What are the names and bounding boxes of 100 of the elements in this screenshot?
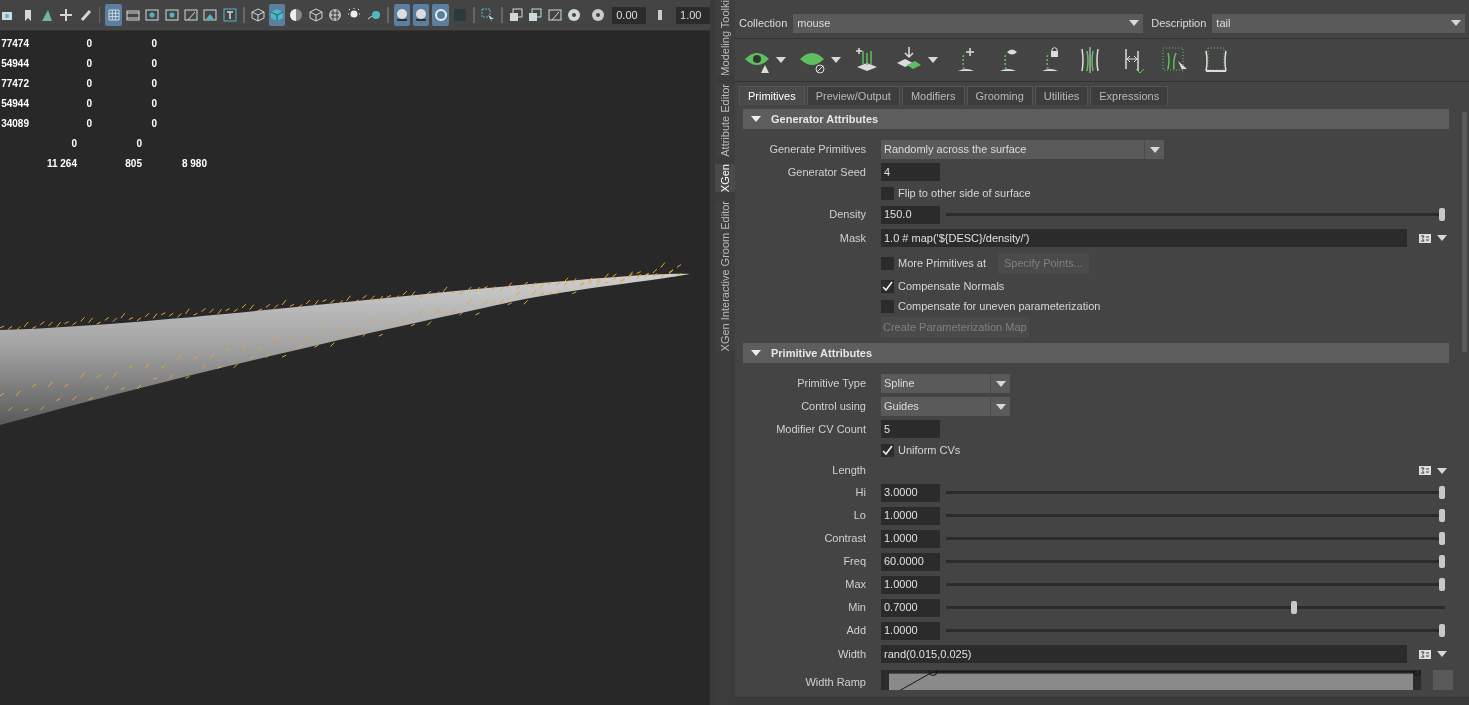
field-label: Mask (838, 230, 866, 246)
number-field[interactable]: 3.0000 (881, 483, 940, 502)
copy-icon (508, 7, 524, 23)
field-label: Width Ramp (804, 674, 866, 690)
move-icon (58, 7, 75, 23)
checkbox[interactable] (881, 299, 894, 313)
dropdown-arrow-icon (1451, 20, 1461, 26)
number-field[interactable]: 60.0000 (881, 552, 940, 571)
dropdown[interactable]: Guides (881, 397, 1010, 416)
field-label: Max (844, 577, 866, 593)
slider-thumb[interactable] (1439, 624, 1445, 637)
aperture-icon[interactable] (591, 8, 606, 22)
slider[interactable] (946, 555, 1445, 568)
tab[interactable]: Modifiers (901, 86, 965, 105)
checkbox[interactable] (881, 256, 894, 270)
dropdown-arrow-icon (1129, 20, 1140, 26)
checkbox[interactable] (881, 279, 894, 293)
stat-value: 0 (150, 56, 157, 71)
number-field[interactable]: 4 (881, 163, 940, 181)
description-dropdown[interactable]: tail (1212, 13, 1465, 33)
tab[interactable]: Expressions (1090, 86, 1169, 105)
slider[interactable] (946, 486, 1445, 499)
slider-thumb[interactable] (1439, 555, 1445, 568)
expression-editor-icon[interactable] (1419, 649, 1431, 659)
section-title: Primitive Attributes (771, 345, 873, 361)
value-field[interactable]: 0.00 (612, 6, 647, 24)
slider[interactable] (946, 532, 1445, 545)
dropdown[interactable]: Randomly across the surface (881, 140, 1164, 159)
stat-value: 0 (150, 36, 157, 51)
stat-value: 0 (70, 136, 77, 151)
image-icon (202, 7, 219, 23)
toolbar-toggle[interactable] (105, 4, 122, 26)
number-field[interactable]: 1.0000 (881, 529, 940, 548)
field-label: Freq (842, 554, 866, 570)
stat-value: 0 (150, 96, 157, 111)
field-label: Generator Seed (786, 164, 866, 180)
field-label: Hi (854, 485, 866, 501)
toolbar-toggle[interactable] (432, 4, 449, 26)
copy-icon (527, 7, 544, 23)
slider-thumb[interactable] (1439, 578, 1445, 591)
wire-icon (249, 7, 266, 23)
tab[interactable]: Preview/Output (806, 86, 900, 105)
checkbox-label: Compensate Normals (898, 278, 1005, 294)
slider-thumb[interactable] (1291, 601, 1298, 614)
field-label: Modifier CV Count (775, 421, 866, 437)
stat-value: 0 (150, 116, 157, 131)
ramp-graph[interactable] (881, 670, 1421, 690)
slider-thumb[interactable] (1439, 486, 1445, 499)
checkbox-label: Uniform CVs (898, 442, 961, 458)
number-field[interactable]: 1.0000 (881, 575, 940, 594)
toolbar-toggle[interactable] (413, 4, 430, 26)
expression-field[interactable]: rand(0.015,0.025) (881, 645, 1407, 663)
field-label: Width (836, 646, 866, 662)
dropdown-arrow-icon (996, 403, 1006, 410)
slider[interactable] (946, 208, 1445, 221)
stat-value: 77474 (0, 36, 29, 51)
expression-field[interactable]: 1.0 # map('${DESC}/density/') (881, 229, 1407, 247)
menu-caret-icon (1437, 467, 1447, 474)
collection-dropdown[interactable]: mouse (793, 13, 1144, 33)
aperture-icon (566, 7, 583, 23)
slider-thumb[interactable] (1439, 532, 1445, 545)
slider-thumb[interactable] (1439, 509, 1445, 522)
tab[interactable]: Utilities (1034, 86, 1089, 105)
field-label: Primitive Type (796, 376, 866, 392)
value-field[interactable]: 1.00 (676, 6, 710, 24)
section-header[interactable]: Primitive Attributes (743, 343, 1449, 363)
section-header[interactable]: Generator Attributes (743, 109, 1449, 129)
ring-icon (432, 7, 449, 23)
field-label: Add (845, 623, 866, 639)
field-label: Control using (800, 399, 866, 415)
collection-label: Collection (739, 15, 788, 31)
number-field[interactable]: 1.0000 (881, 621, 940, 640)
tab[interactable]: Grooming (966, 86, 1033, 105)
checkbox[interactable] (881, 443, 894, 457)
expression-editor-icon[interactable] (1419, 466, 1431, 475)
checker-icon (327, 7, 344, 23)
dropdown-value: Guides (884, 399, 919, 415)
slider[interactable] (946, 509, 1445, 522)
slider[interactable] (946, 578, 1445, 591)
collection-value: mouse (797, 15, 831, 31)
number-field[interactable]: 1.0000 (881, 506, 940, 525)
dropdown[interactable]: Spline (881, 374, 1010, 393)
field-label: Lo (852, 508, 866, 524)
tab[interactable]: Primitives (739, 86, 805, 105)
slider[interactable] (946, 624, 1445, 637)
checkbox[interactable] (881, 186, 894, 200)
number-field[interactable]: 0.7000 (881, 598, 940, 617)
cube-icon (269, 7, 286, 23)
text-icon (221, 7, 238, 23)
field-label: Length (831, 463, 866, 479)
slider[interactable] (946, 601, 1445, 614)
number-field[interactable]: 150.0 (881, 205, 940, 224)
toolbar-toggle[interactable] (393, 4, 411, 26)
expression-editor-icon[interactable] (1419, 233, 1431, 243)
side-tab[interactable]: XGen (715, 164, 735, 193)
slider-thumb[interactable] (1439, 208, 1445, 221)
toolbar-toggle[interactable] (268, 4, 286, 26)
menu-caret-icon (1437, 651, 1447, 657)
number-field[interactable]: 5 (881, 420, 940, 438)
stat-value: 0 (85, 36, 92, 51)
